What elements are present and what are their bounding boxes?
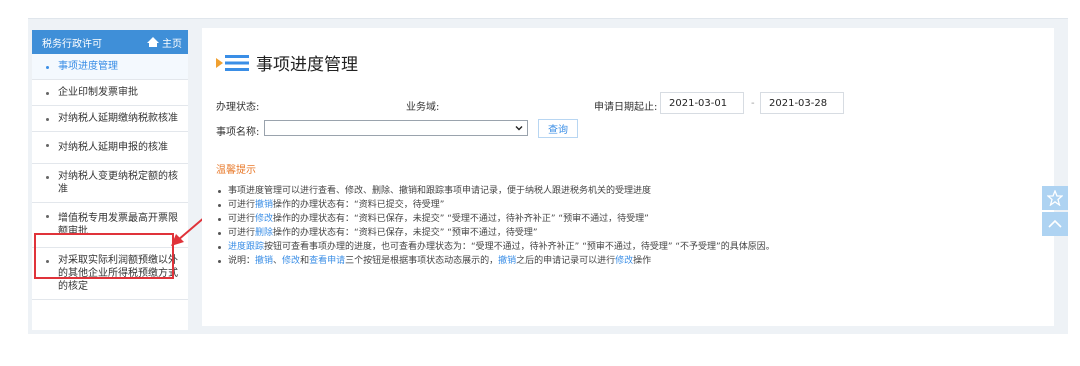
sidebar-item-label: 对采取实际利润额预缴以外的其他企业所得税预缴方式的核定 xyxy=(58,255,178,292)
tip-text: 三个按钮是根据事项状态动态展示的， xyxy=(345,256,499,266)
tip-item: 说明：撤销、修改和查看申请三个按钮是根据事项状态动态展示的，撤销之后的申请记录可… xyxy=(216,254,1046,268)
tip-item: 可进行修改操作的办理状态有：“资料已保存，未提交” “受理不通过，待补齐补正” … xyxy=(216,212,1046,226)
tip-item: 事项进度管理可以进行查看、修改、删除、撤销和跟踪事项申请记录，便于纳税人跟进税务… xyxy=(216,184,1046,198)
tip-link-track[interactable]: 进度跟踪 xyxy=(228,242,264,252)
tips-list: 事项进度管理可以进行查看、修改、删除、撤销和跟踪事项申请记录，便于纳税人跟进税务… xyxy=(216,184,1046,268)
tip-item: 可进行删除操作的办理状态有：“资料已保存，未提交” “预审不通过，待受理” xyxy=(216,226,1046,240)
item-name-label: 事项名称: xyxy=(216,127,260,138)
tip-item: 进度跟踪按钮可查看事项办理的进度，也可查看办理状态为：“受理不通过，待补齐补正”… xyxy=(216,240,1046,254)
sidebar-item-invoice-printing[interactable]: 企业印制发票审批 xyxy=(32,80,188,106)
tip-link-revoke[interactable]: 撤销 xyxy=(255,256,273,266)
tip-item: 可进行撤销操作的办理状态有：“资料已提交，待受理” xyxy=(216,198,1046,212)
tip-text: 操作 xyxy=(633,256,652,266)
home-icon xyxy=(147,37,159,47)
item-name-select[interactable] xyxy=(264,120,528,136)
date-to-input[interactable]: 2021-03-28 xyxy=(760,92,844,114)
tip-text: 操作的办理状态有：“资料已保存，未提交” “预审不通过，待受理” xyxy=(273,228,538,238)
sidebar-item-label: 对纳税人变更纳税定额的核准 xyxy=(58,171,178,195)
date-to-value: 2021-03-28 xyxy=(769,97,828,109)
sidebar-item-label: 对纳税人延期缴纳税款核准 xyxy=(58,113,178,124)
chevron-up-icon xyxy=(1048,219,1062,228)
tip-text: 和 xyxy=(300,256,310,266)
chevron-down-icon xyxy=(515,126,523,131)
main-panel: 事项进度管理 办理状态: 业务域: 申请日期起止: 2021-03-01 - 2… xyxy=(202,28,1054,326)
page-title: 事项进度管理 xyxy=(256,55,358,75)
tip-link-delete[interactable]: 删除 xyxy=(255,228,273,238)
star-icon xyxy=(1047,190,1063,206)
date-from-input[interactable]: 2021-03-01 xyxy=(660,92,744,114)
tip-text: 、 xyxy=(273,256,283,266)
sidebar: 税务行政许可 主页 事项进度管理 企业印制发票审批 对纳税人延期缴纳税款核准 对… xyxy=(32,30,188,330)
domain-label: 业务域: xyxy=(406,102,440,113)
sidebar-item-vat-invoice-limit[interactable]: 增值税专用发票最高开票限额审批 xyxy=(32,203,188,248)
title-row: 事项进度管理 xyxy=(216,50,358,75)
sidebar-item-label: 对纳税人延期申报的核准 xyxy=(58,142,168,153)
tip-text: 可进行 xyxy=(228,228,256,238)
sidebar-title: 税务行政许可 xyxy=(42,38,102,50)
sidebar-item-progress-management[interactable]: 事项进度管理 xyxy=(32,54,188,80)
tip-text: 可进行 xyxy=(228,200,256,210)
tip-text: 操作的办理状态有：“资料已保存，未提交” “受理不通过，待补齐补正” “预审不通… xyxy=(273,214,649,224)
date-label: 申请日期起止: xyxy=(594,102,658,113)
sidebar-item-label: 增值税专用发票最高开票限额审批 xyxy=(58,213,178,237)
home-link[interactable]: 主页 xyxy=(147,35,182,50)
tip-text: 可进行 xyxy=(228,214,256,224)
tip-text: 操作的办理状态有：“资料已提交，待受理” xyxy=(273,200,445,210)
date-from-value: 2021-03-01 xyxy=(669,97,728,109)
sidebar-item-deferred-payment[interactable]: 对纳税人延期缴纳税款核准 xyxy=(32,106,188,132)
back-to-top-button[interactable] xyxy=(1042,212,1068,236)
tip-text: 说明： xyxy=(228,256,256,266)
tip-link-modify[interactable]: 修改 xyxy=(615,256,633,266)
status-label: 办理状态: xyxy=(216,102,260,113)
sidebar-item-label: 企业印制发票审批 xyxy=(58,87,138,98)
tips-title: 温馨提示 xyxy=(216,165,256,176)
tip-link-revoke[interactable]: 撤销 xyxy=(498,256,516,266)
tip-text: 之后的申请记录可以进行 xyxy=(516,256,616,266)
tip-text: 按钮可查看事项办理的进度，也可查看办理状态为：“受理不通过，待补齐补正” “预审… xyxy=(264,242,775,252)
sidebar-item-deferred-filing[interactable]: 对纳税人延期申报的核准 xyxy=(32,132,188,164)
favorite-button[interactable] xyxy=(1042,186,1068,210)
tip-text: 事项进度管理可以进行查看、修改、删除、撤销和跟踪事项申请记录，便于纳税人跟进税务… xyxy=(228,186,652,196)
query-button[interactable]: 查询 xyxy=(538,119,578,138)
sidebar-header: 税务行政许可 主页 xyxy=(32,30,188,54)
date-separator: - xyxy=(751,98,755,109)
sidebar-item-quota-change[interactable]: 对纳税人变更纳税定额的核准 xyxy=(32,164,188,203)
sidebar-item-label: 事项进度管理 xyxy=(58,61,118,72)
tip-link-modify[interactable]: 修改 xyxy=(255,214,273,224)
tip-link-view[interactable]: 查看申请 xyxy=(309,256,345,266)
sidebar-item-prepayment-method[interactable]: 对采取实际利润额预缴以外的其他企业所得税预缴方式的核定 xyxy=(32,248,188,300)
home-label: 主页 xyxy=(162,38,182,50)
list-icon xyxy=(216,54,249,71)
tip-link-revoke[interactable]: 撤销 xyxy=(255,200,273,210)
tip-link-modify[interactable]: 修改 xyxy=(282,256,300,266)
